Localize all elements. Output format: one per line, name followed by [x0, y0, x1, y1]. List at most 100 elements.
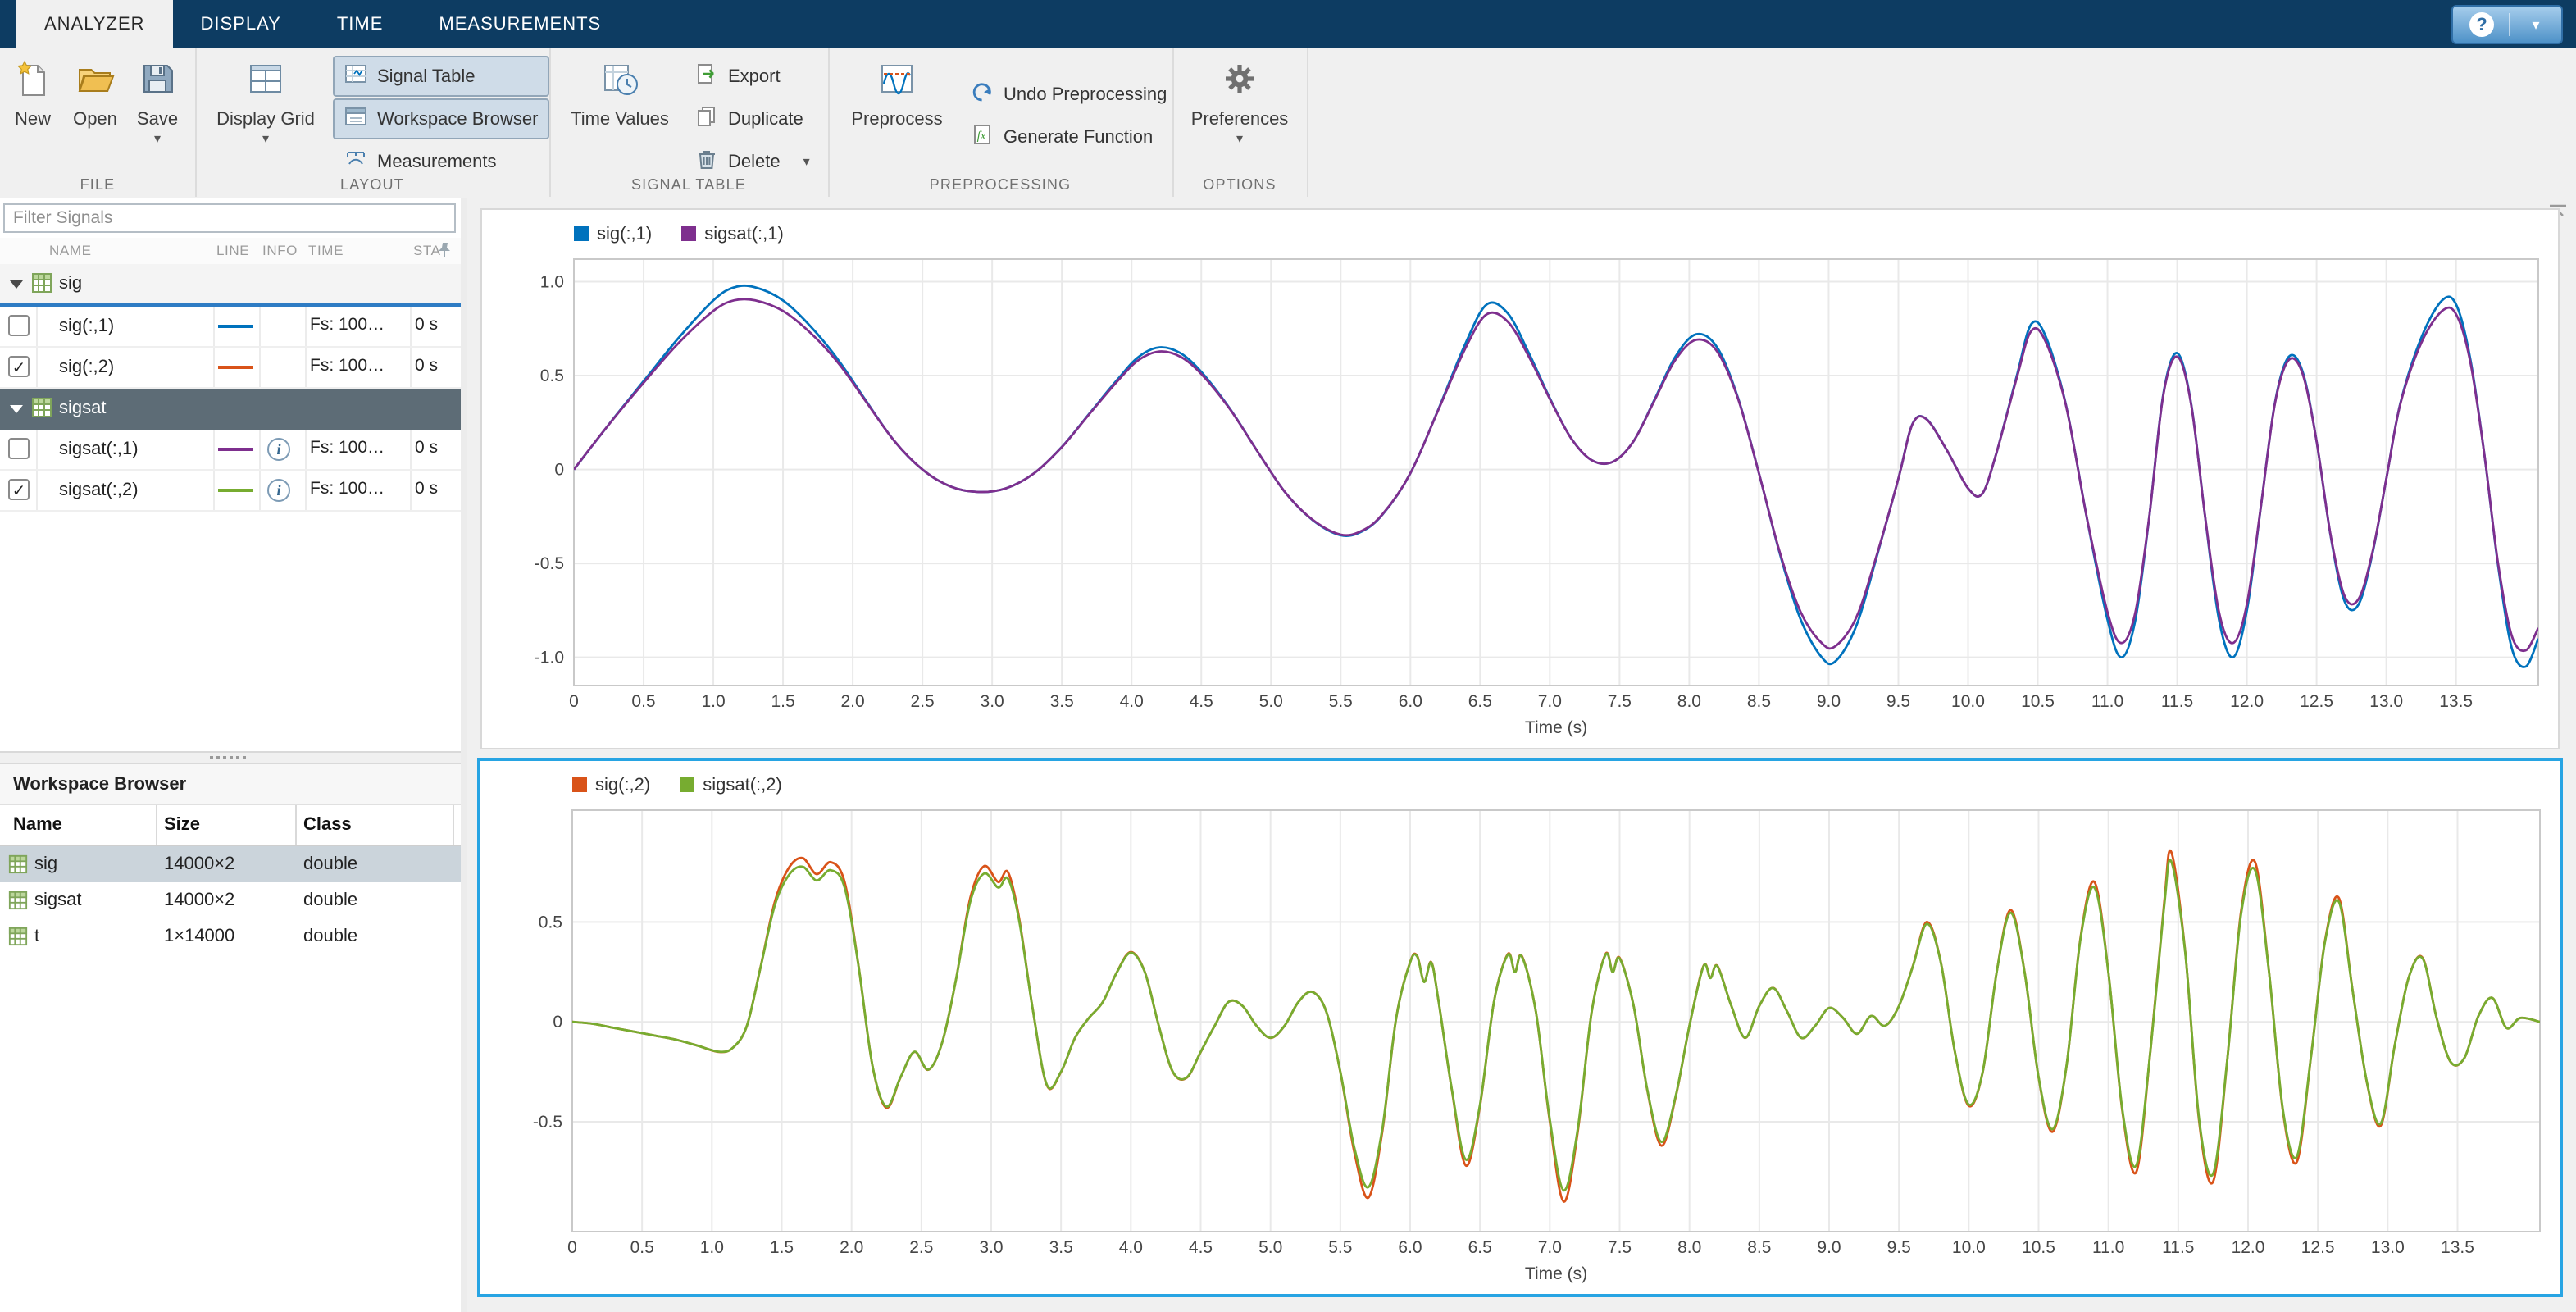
svg-text:4.5: 4.5 [1189, 1238, 1213, 1257]
svg-text:2.5: 2.5 [911, 692, 935, 711]
var-name: sig [34, 853, 58, 873]
legend-label: sigsat(:,2) [703, 774, 782, 795]
ribbon: New Open Save ▾ FILE Display Grid ▾ Sign… [0, 48, 2576, 200]
help-button[interactable]: ? ▾ [2451, 5, 2563, 44]
line-swatch [218, 489, 253, 492]
chevron-down-icon[interactable]: ▾ [262, 133, 269, 146]
svg-text:8.0: 8.0 [1677, 692, 1701, 711]
ribbon-section-layout: Display Grid ▾ Signal Table Workspace Br… [195, 48, 551, 197]
col-line: LINE [216, 243, 250, 258]
tab-display[interactable]: DISPLAY [173, 0, 309, 48]
save-button[interactable]: Save ▾ [128, 59, 187, 146]
svg-text:2.5: 2.5 [909, 1238, 933, 1257]
signal-name: sigsat(:,2) [59, 479, 139, 499]
duplicate-button[interactable]: Duplicate [684, 98, 821, 139]
preprocess-button[interactable]: Preprocess [844, 59, 949, 130]
open-button[interactable]: Open [66, 59, 125, 130]
signal-name: sig(:,2) [59, 356, 115, 376]
svg-text:3.5: 3.5 [1049, 1238, 1073, 1257]
start-cell: 0 s [415, 356, 439, 375]
signal-plot-2[interactable]: 0 0.5 1.0 1.5 2.0 2.5 3.0 3.5 4.0 4.5 5.0 5.5 6.0 6.5… [480, 761, 2560, 1294]
svg-text:4.0: 4.0 [1119, 1238, 1143, 1257]
undo-preprocessing-label: Undo Preprocessing [1004, 84, 1167, 104]
chevron-down-icon[interactable]: ▾ [154, 133, 161, 146]
signal-row-sig-1[interactable]: sig(:,1) Fs: 100… 0 s [0, 307, 461, 348]
legend-label: sig(:,1) [597, 223, 653, 244]
signal-row-sigsat-2[interactable]: ✓ sigsat(:,2) i Fs: 100… 0 s [0, 471, 461, 512]
workspace-browser-title: Workspace Browser [0, 764, 461, 805]
display-grid-button[interactable]: Display Grid ▾ [212, 59, 320, 146]
pin-icon[interactable] [436, 241, 453, 263]
filter-signals-input[interactable] [3, 203, 456, 233]
plot-checkbox[interactable]: ✓ [8, 356, 30, 377]
svg-text:0: 0 [553, 1013, 562, 1032]
collapse-triangle-icon[interactable] [10, 280, 23, 289]
plot-checkbox[interactable]: ✓ [8, 479, 30, 500]
signal-row-sigsat-1[interactable]: sigsat(:,1) i Fs: 100… 0 s [0, 430, 461, 471]
tab-time[interactable]: TIME [309, 0, 412, 48]
workspace-browser-toggle[interactable]: Workspace Browser [333, 98, 550, 139]
signal-group-row-sig[interactable]: sig [0, 264, 461, 307]
tab-measurements[interactable]: MEASUREMENTS [411, 0, 629, 48]
var-class: double [303, 889, 358, 909]
svg-text:3.5: 3.5 [1050, 692, 1074, 711]
undo-preprocessing-button[interactable]: Undo Preprocessing [959, 74, 1178, 115]
svg-text:11.5: 11.5 [2162, 1238, 2194, 1257]
matrix-icon [31, 397, 52, 423]
chevron-down-icon[interactable]: ▾ [1236, 133, 1243, 146]
svg-text:0.5: 0.5 [630, 1238, 654, 1257]
workspace-header: Name Size Class [0, 805, 461, 846]
delete-label: Delete [728, 151, 781, 171]
workspace-row-sig[interactable]: sig 14000×2 double [0, 846, 461, 882]
plot-checkbox[interactable] [8, 315, 30, 336]
svg-text:6.0: 6.0 [1399, 692, 1422, 711]
svg-text:10.0: 10.0 [1952, 1238, 1986, 1257]
svg-text:9.5: 9.5 [1886, 692, 1910, 711]
chevron-down-icon[interactable]: ▾ [2509, 13, 2561, 36]
signal-row-sig-2[interactable]: ✓ sig(:,2) Fs: 100… 0 s [0, 348, 461, 389]
svg-text:4.0: 4.0 [1120, 692, 1144, 711]
help-icon[interactable]: ? [2469, 12, 2494, 37]
col-name: NAME [49, 243, 92, 258]
svg-text:10.5: 10.5 [2021, 692, 2055, 711]
file-section-label: FILE [80, 176, 116, 193]
workspace-row-t[interactable]: t 1×14000 double [0, 918, 461, 954]
svg-text:0.5: 0.5 [539, 913, 562, 932]
measurements-icon [344, 148, 367, 175]
generate-function-button[interactable]: fx Generate Function [959, 116, 1178, 157]
tab-analyzer[interactable]: ANALYZER [16, 0, 173, 48]
svg-text:8.5: 8.5 [1747, 1238, 1771, 1257]
export-button[interactable]: Export [684, 56, 821, 97]
preferences-button[interactable]: Preferences ▾ [1191, 59, 1288, 146]
signal-group-row-sigsat[interactable]: sigsat [0, 389, 461, 430]
new-button[interactable]: New [3, 59, 62, 130]
display-1[interactable]: sig(:,1) sigsat(:,1) 0 0.5 1.0 1.5 2.0 2.5 3.0… [480, 208, 2560, 749]
info-icon[interactable]: i [267, 438, 290, 461]
time-cell: Fs: 100… [310, 438, 385, 457]
display-2-selected[interactable]: sig(:,2) sigsat(:,2) 0 0.5 1.0 1.5 2.0 2.5 3.0… [477, 758, 2563, 1297]
line-swatch [218, 366, 253, 369]
chevron-down-icon[interactable]: ▾ [803, 153, 810, 170]
legend-item: sig(:,1) [574, 223, 652, 244]
collapse-triangle-icon[interactable] [10, 405, 23, 413]
svg-text:13.0: 13.0 [2371, 1238, 2405, 1257]
time-values-button[interactable]: Time Values [566, 59, 674, 130]
col-time: TIME [308, 243, 344, 258]
svg-text:9.0: 9.0 [1817, 1238, 1841, 1257]
signal-table-toggle[interactable]: Signal Table [333, 56, 550, 97]
plot-checkbox[interactable] [8, 438, 30, 459]
svg-text:1.5: 1.5 [770, 1238, 794, 1257]
svg-text:9.5: 9.5 [1887, 1238, 1911, 1257]
info-icon[interactable]: i [267, 479, 290, 502]
horizontal-splitter[interactable] [0, 751, 461, 764]
ribbon-section-signal-table: Time Values Export Duplicate Delete ▾ SI… [549, 48, 830, 197]
svg-text:5.5: 5.5 [1329, 692, 1353, 711]
svg-text:8.5: 8.5 [1747, 692, 1771, 711]
line-swatch [218, 448, 253, 451]
legend: sig(:,1) sigsat(:,1) [574, 223, 784, 244]
svg-text:10.5: 10.5 [2022, 1238, 2055, 1257]
save-label: Save [136, 108, 179, 129]
workspace-row-sigsat[interactable]: sigsat 14000×2 double [0, 882, 461, 918]
matrix-icon [8, 927, 28, 951]
signal-plot-1[interactable]: 0 0.5 1.0 1.5 2.0 2.5 3.0 3.5 4.0 4.5 5.0 5.5 6.0 6.5… [482, 210, 2558, 748]
